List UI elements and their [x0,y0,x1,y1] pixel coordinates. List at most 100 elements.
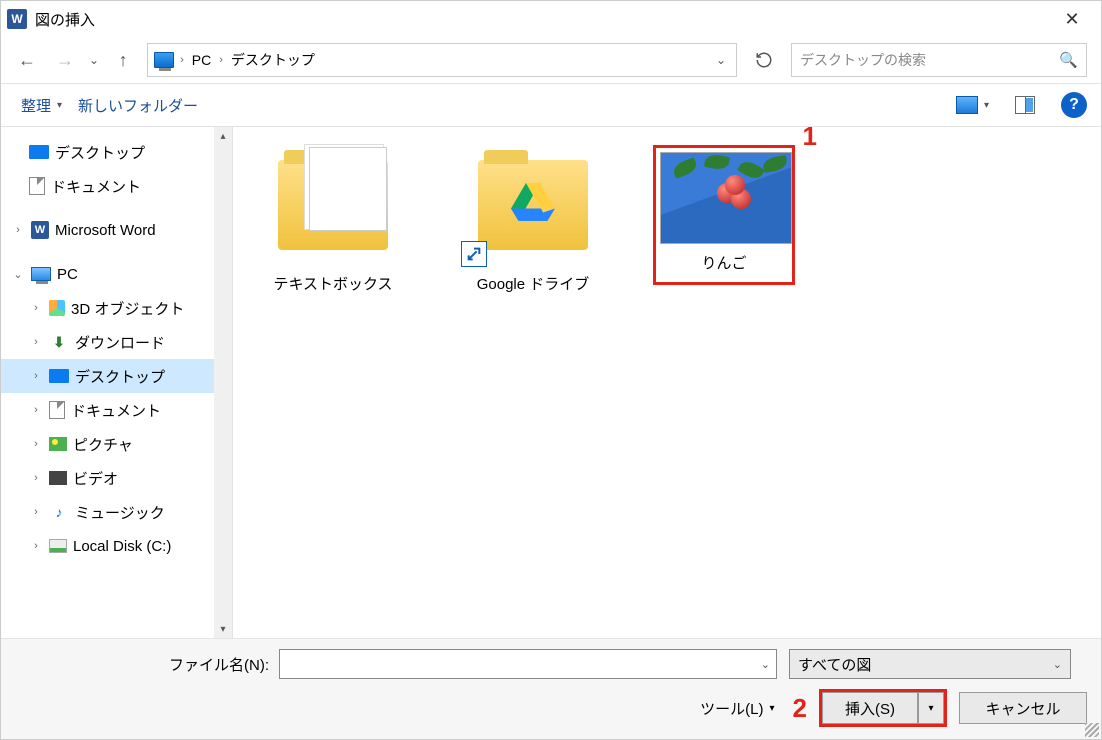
pc-icon [154,52,174,68]
chevron-down-icon: ⌄ [1053,658,1062,671]
tree-downloads[interactable]: › ⬇ ダウンロード [1,325,232,359]
chevron-down-icon: ▾ [928,703,933,714]
chevron-right-icon[interactable]: › [29,302,43,314]
filetype-filter[interactable]: すべての図 ⌄ [789,649,1071,679]
organize-button[interactable]: 整理 ▾ [15,91,68,120]
tree-label: デスクトップ [55,142,145,163]
google-drive-icon [511,180,555,224]
tree-desktop[interactable]: › デスクトップ [1,359,232,393]
tree-videos[interactable]: › ビデオ [1,461,232,495]
tree-quick-desktop[interactable]: デスクトップ [1,135,232,169]
scroll-up-icon[interactable]: ▴ [214,127,232,145]
cube-icon [49,300,65,316]
tree-3d-objects[interactable]: › 3D オブジェクト [1,291,232,325]
download-icon: ⬇ [49,333,69,351]
chevron-down-icon[interactable]: ⌄ [761,658,770,671]
desktop-icon [29,145,49,159]
selection-highlight: りんご [653,145,795,285]
new-folder-button[interactable]: 新しいフォルダー [72,91,204,120]
file-caption: Google ドライブ [453,273,613,294]
chevron-right-icon[interactable]: › [29,404,43,416]
insert-dropdown-button[interactable]: ▾ [918,692,944,724]
chevron-right-icon[interactable]: › [29,336,43,348]
organize-label: 整理 [21,95,51,116]
filename-label: ファイル名(N): [15,654,279,675]
video-icon [49,471,67,485]
chevron-right-icon[interactable]: › [29,540,43,552]
tree-label: 3D オブジェクト [71,298,184,319]
app-word-icon: W [7,9,27,29]
file-item-textbox-folder[interactable]: テキストボックス [253,145,413,294]
file-list[interactable]: テキストボックス Google ドライブ [233,127,1101,638]
refresh-icon[interactable] [747,43,781,77]
pictures-icon [49,437,67,451]
search-input[interactable]: デスクトップの検索 🔍 [791,43,1087,77]
chevron-right-icon[interactable]: › [29,370,43,382]
nav-history-icon[interactable]: ⌄ [89,53,99,67]
annotation-marker: 2 [793,693,807,724]
scroll-down-icon[interactable]: ▾ [214,620,232,638]
file-caption: テキストボックス [253,273,413,294]
tree-label: デスクトップ [75,366,165,387]
file-item-google-drive[interactable]: Google ドライブ [453,145,613,294]
scrollbar[interactable] [214,127,232,638]
chevron-right-icon[interactable]: › [29,506,43,518]
tree-microsoft-word[interactable]: › W Microsoft Word [1,213,232,247]
preview-pane-button[interactable] [1009,92,1041,118]
tree-local-disk[interactable]: › Local Disk (C:) [1,529,232,563]
search-placeholder: デスクトップの検索 [800,50,1059,70]
tree-label: Local Disk (C:) [73,538,171,555]
chevron-down-icon[interactable]: ⌄ [11,268,25,281]
tree-music[interactable]: › ♪ ミュージック [1,495,232,529]
chevron-right-icon[interactable]: › [29,438,43,450]
shortcut-badge-icon [461,241,487,267]
folder-preview [309,147,387,231]
tree-pictures[interactable]: › ピクチャ [1,427,232,461]
tree-label: ドキュメント [51,176,141,197]
address-bar[interactable]: › PC › デスクトップ ⌄ [147,43,737,77]
insert-highlight: 挿入(S) ▾ [819,689,947,727]
tree-label: Microsoft Word [55,222,156,239]
tree-label: PC [57,266,78,283]
chevron-down-icon[interactable]: ⌄ [712,53,730,67]
chevron-right-icon[interactable]: › [11,224,25,236]
chevron-down-icon: ▾ [770,703,775,714]
window-title: 図の挿入 [35,9,95,30]
tools-button[interactable]: ツール(L) ▾ [700,698,774,719]
nav-back-icon[interactable]: ← [13,46,41,74]
nav-up-icon[interactable]: ↑ [109,46,137,74]
path-current[interactable]: デスクトップ [227,48,319,72]
cancel-button[interactable]: キャンセル [959,692,1087,724]
tree-pc[interactable]: ⌄ PC [1,257,232,291]
insert-label: 挿入(S) [845,698,895,719]
file-item-apple[interactable]: 1 りんご [653,145,813,285]
view-button[interactable]: ▾ [950,92,995,118]
resize-grip-icon[interactable] [1085,723,1099,737]
tree-quick-documents[interactable]: ドキュメント [1,169,232,203]
filter-label: すべての図 [798,654,1053,675]
file-caption: りんご [660,252,788,273]
nav-tree[interactable]: ▴ ▾ デスクトップ ドキュメント › W Microsoft Word ⌄ P… [1,127,233,638]
chevron-right-icon[interactable]: › [29,472,43,484]
preview-pane-icon [1015,96,1035,114]
new-folder-label: 新しいフォルダー [78,95,198,116]
desktop-icon [49,369,69,383]
music-icon: ♪ [49,503,69,521]
document-icon [29,177,45,195]
tree-label: ダウンロード [75,332,165,353]
tree-documents[interactable]: › ドキュメント [1,393,232,427]
document-icon [49,401,65,419]
filename-input[interactable]: ⌄ [279,649,777,679]
thumbnail-icon [956,96,978,114]
help-icon[interactable]: ? [1061,92,1087,118]
path-root[interactable]: PC [188,50,215,70]
disk-icon [49,539,67,553]
nav-forward-icon[interactable]: → [51,46,79,74]
insert-button[interactable]: 挿入(S) [822,692,918,724]
tools-label: ツール(L) [700,698,763,719]
chevron-right-icon[interactable]: › [217,54,225,66]
image-thumbnail [660,152,792,244]
chevron-right-icon[interactable]: › [178,54,186,66]
close-icon[interactable]: ✕ [1049,2,1095,36]
chevron-down-icon: ▾ [984,100,989,111]
